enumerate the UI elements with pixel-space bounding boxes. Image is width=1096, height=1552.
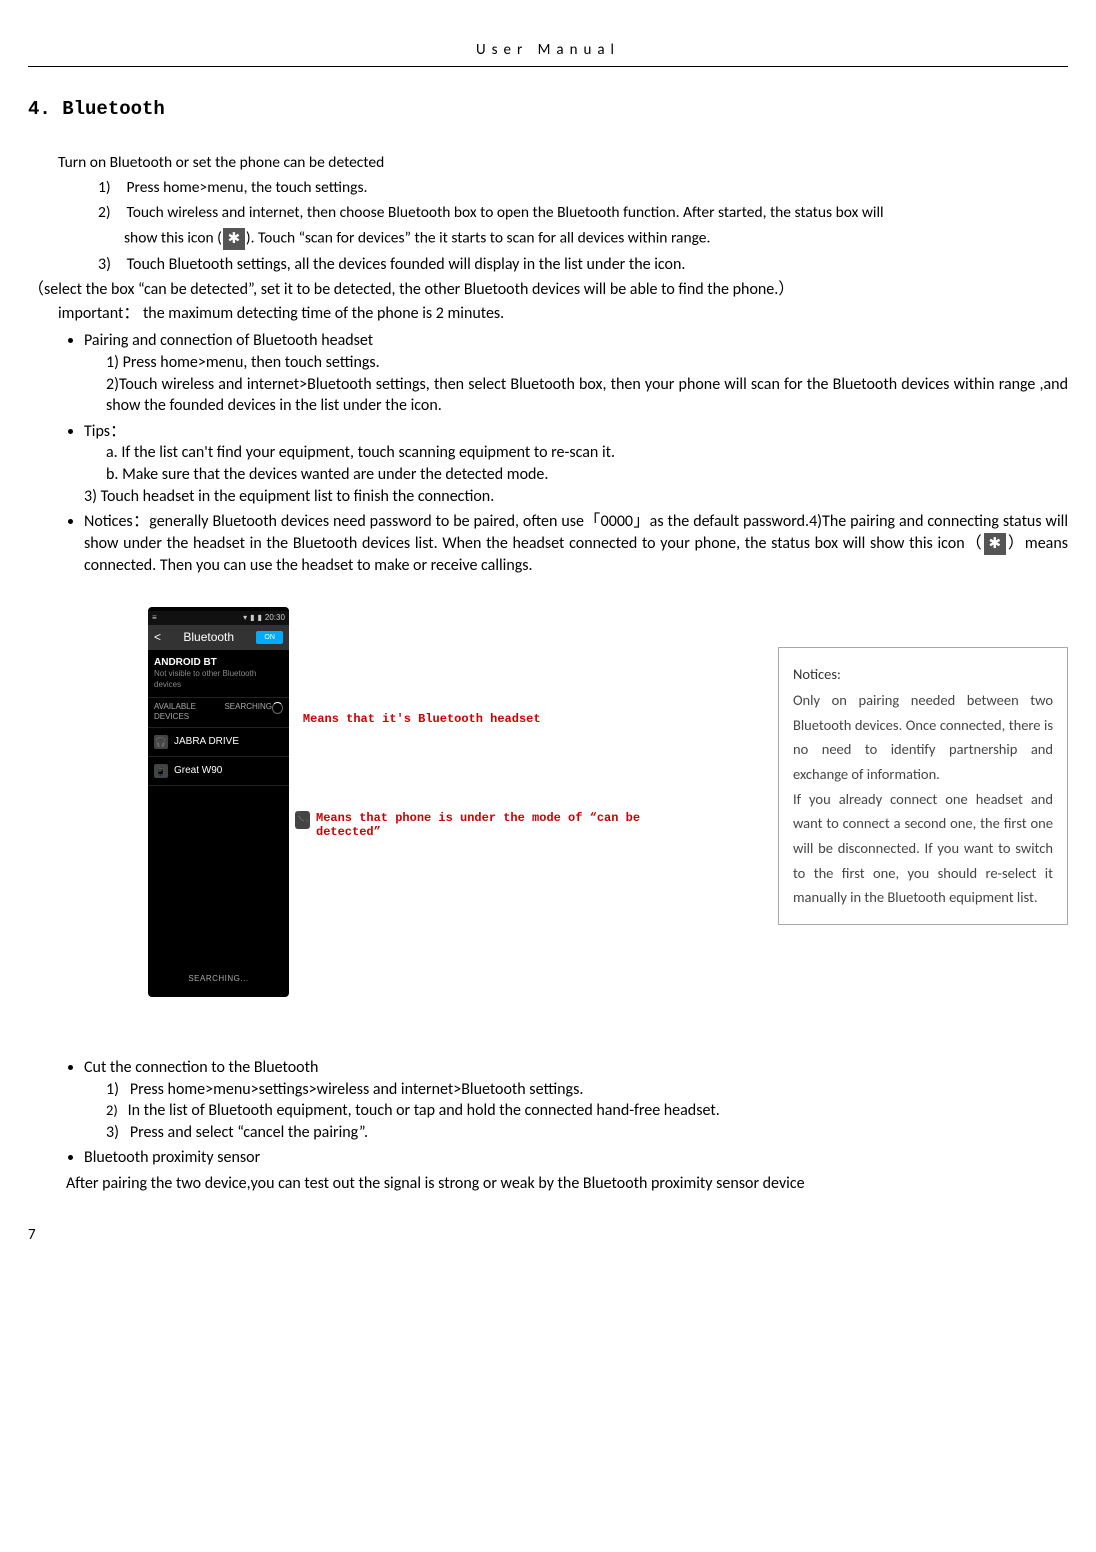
bullet-pairing-title: Pairing and connection of Bluetooth head… bbox=[84, 331, 373, 350]
status-time: 20:30 bbox=[265, 613, 285, 624]
headset-icon: 🎧 bbox=[154, 735, 168, 749]
battery-icon: ▮ bbox=[257, 613, 261, 624]
bluetooth-icon: ✱ bbox=[223, 228, 245, 250]
figure-row: ≡ ▾ ▮ ▮ 20:30 < Bluetooth ON ANDROID BT … bbox=[148, 607, 1068, 997]
cut-3-num: 3) bbox=[106, 1123, 119, 1142]
step-1: 1) Press home>menu, the touch settings. bbox=[98, 178, 1068, 199]
cut-3-text: Press and select “cancel the pairing”. bbox=[130, 1123, 368, 1142]
wifi-icon: ▾ bbox=[243, 613, 247, 624]
cut-step1: 1) Press home>menu>settings>wireless and… bbox=[106, 1079, 1068, 1101]
device-row-1[interactable]: 🎧 JABRA DRIVE bbox=[148, 728, 289, 757]
page-header: User Manual bbox=[28, 40, 1068, 67]
notices-box: Notices: Only on pairing needed between … bbox=[778, 647, 1068, 925]
bullet-tips-title: Tips： bbox=[84, 422, 126, 441]
step-2: 2) Touch wireless and internet, then cho… bbox=[98, 203, 1068, 224]
proximity-title: Bluetooth proximity sensor bbox=[84, 1148, 260, 1167]
page-number: 7 bbox=[28, 1225, 1068, 1245]
pairing-step1: 1) Press home>menu, then touch settings. bbox=[106, 352, 1068, 374]
callout-detected: 📞 Means that phone is under the mode of … bbox=[295, 811, 648, 840]
notices-box-title: Notices: bbox=[793, 662, 1053, 687]
section-heading: 4. Bluetooth bbox=[28, 97, 1068, 123]
detect-note: （select the box “can be detected”, set i… bbox=[28, 279, 1068, 301]
bullet-tips: Tips： a. If the list can't find your equ… bbox=[84, 421, 1068, 507]
step-2-cont: show this icon (✱). Touch “scan for devi… bbox=[124, 228, 1068, 250]
intro-line: Turn on Bluetooth or set the phone can b… bbox=[58, 153, 1068, 174]
callout-detected-text: Means that phone is under the mode of “c… bbox=[316, 811, 648, 840]
device-1-name: JABRA DRIVE bbox=[174, 735, 239, 749]
tips-b: b. Make sure that the devices wanted are… bbox=[106, 464, 1068, 486]
cut-2-num: 2) bbox=[106, 1101, 118, 1119]
searching-label: SEARCHING bbox=[224, 702, 272, 724]
cut-step2: 2) In the list of Bluetooth equipment, t… bbox=[106, 1100, 1068, 1122]
phone-statusbar: ≡ ▾ ▮ ▮ 20:30 bbox=[148, 611, 289, 626]
step-2-text-b-pre: show this icon ( bbox=[124, 228, 222, 247]
step-3-text: Touch Bluetooth settings, all the device… bbox=[127, 255, 686, 274]
step-3-num: 3) bbox=[98, 254, 123, 276]
notices-text-b-pre: connected to your phone, the status box … bbox=[569, 534, 983, 553]
phone-footer-searching: SEARCHING... bbox=[148, 966, 289, 993]
cut-1-text: Press home>menu>settings>wireless and in… bbox=[130, 1080, 584, 1099]
cut-2-text: In the list of Bluetooth equipment, touc… bbox=[128, 1101, 720, 1120]
notices-box-body: Only on pairing needed between two Bluet… bbox=[793, 688, 1053, 910]
phone-title: Bluetooth bbox=[183, 629, 234, 645]
callout-headset: Means that it's Bluetooth headset bbox=[303, 712, 648, 726]
step-2-text-b-post: ). Touch “scan for devices” the it start… bbox=[246, 228, 711, 247]
bullet-notices: Notices：generally Bluetooth devices need… bbox=[84, 511, 1068, 576]
self-device-name: ANDROID BT bbox=[154, 656, 283, 670]
bullet-proximity: Bluetooth proximity sensor bbox=[84, 1147, 1068, 1169]
important-note: important： the maximum detecting time of… bbox=[58, 303, 1068, 325]
signal-icon: ▮ bbox=[250, 613, 254, 624]
spinner-icon bbox=[272, 702, 283, 714]
self-device-sub: Not visible to other Bluetooth devices bbox=[154, 669, 283, 691]
available-label: AVAILABLE DEVICES bbox=[154, 702, 224, 724]
device-2-name: Great W90 bbox=[174, 764, 222, 778]
pairing-step2: 2)Touch wireless and internet>Bluetooth … bbox=[106, 374, 1068, 417]
phone-titlebar: < Bluetooth ON bbox=[148, 625, 289, 649]
proximity-body: After pairing the two device,you can tes… bbox=[66, 1173, 1068, 1195]
phone-blank-area bbox=[148, 786, 289, 966]
phone-small-icon: 📞 bbox=[295, 811, 310, 829]
phone-device-self[interactable]: ANDROID BT Not visible to other Bluetoot… bbox=[148, 650, 289, 698]
callout-headset-text: Means that it's Bluetooth headset bbox=[303, 712, 541, 726]
phone-screenshot: ≡ ▾ ▮ ▮ 20:30 < Bluetooth ON ANDROID BT … bbox=[148, 607, 289, 997]
bullet-pairing: Pairing and connection of Bluetooth head… bbox=[84, 330, 1068, 416]
step-3: 3) Touch Bluetooth settings, all the dev… bbox=[98, 254, 1068, 276]
bluetooth-toggle[interactable]: ON bbox=[256, 631, 283, 644]
phone-device-icon: 📱 bbox=[154, 764, 168, 778]
tips-3: 3) Touch headset in the equipment list t… bbox=[84, 486, 1068, 508]
step-1-text: Press home>menu, the touch settings. bbox=[127, 178, 368, 197]
step-2-text-a: Touch wireless and internet, then choose… bbox=[127, 203, 884, 222]
step-1-num: 1) bbox=[98, 178, 123, 199]
device-row-2[interactable]: 📱 Great W90 bbox=[148, 757, 289, 786]
bullet-cut-connection: Cut the connection to the Bluetooth 1) P… bbox=[84, 1057, 1068, 1143]
cut-step3: 3) Press and select “cancel the pairing”… bbox=[106, 1122, 1068, 1144]
cut-title: Cut the connection to the Bluetooth bbox=[84, 1058, 318, 1077]
tips-a: a. If the list can't find your equipment… bbox=[106, 442, 1068, 464]
cut-1-num: 1) bbox=[106, 1080, 119, 1099]
callouts-column: Means that it's Bluetooth headset 📞 Mean… bbox=[299, 607, 648, 840]
back-icon[interactable]: < bbox=[154, 629, 161, 645]
step-2-num: 2) bbox=[98, 203, 123, 224]
statusbar-left-icon: ≡ bbox=[152, 613, 157, 624]
bluetooth-connected-icon: ✱ bbox=[984, 533, 1006, 555]
available-header: AVAILABLE DEVICES SEARCHING bbox=[148, 698, 289, 729]
